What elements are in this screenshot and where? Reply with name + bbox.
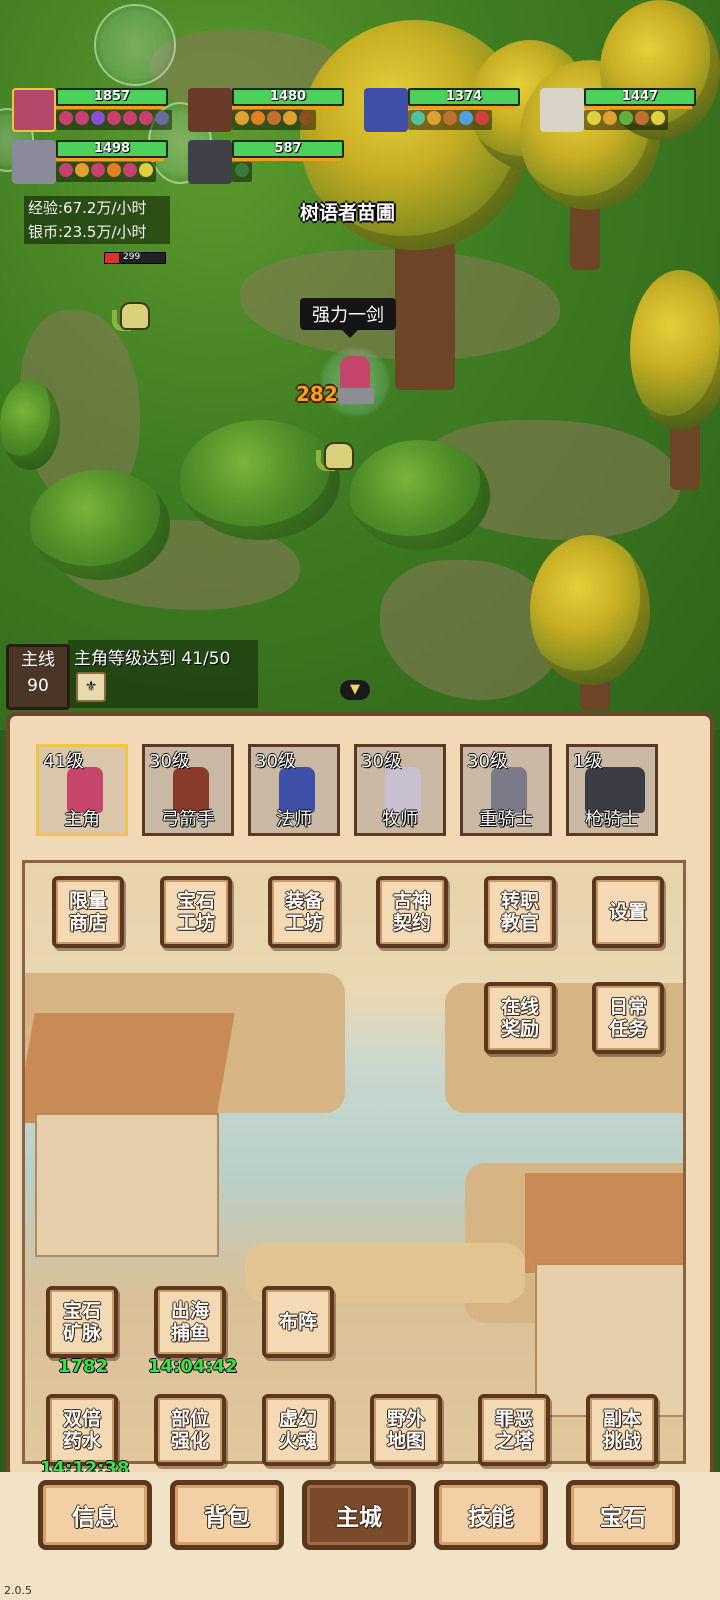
daily-tasks-button[interactable]: 日常 任务 xyxy=(592,982,664,1054)
formation-button[interactable]: 布阵 xyxy=(262,1286,334,1358)
gem-mine-count: 1782 xyxy=(58,1356,109,1377)
target-hp-bar: 299 xyxy=(104,252,166,264)
main-quest-label: 主线 xyxy=(21,650,55,670)
version-label: 2.0.5 xyxy=(4,1584,32,1597)
party-member-priest[interactable]: 1447 xyxy=(540,88,700,132)
buff-icons xyxy=(232,110,316,130)
hero-name: 法师 xyxy=(276,809,312,830)
mana-bar xyxy=(232,158,340,161)
lancer-portrait xyxy=(188,140,232,184)
tree-canopy xyxy=(630,270,720,430)
hp-bar: 1498 xyxy=(56,140,168,158)
part-enhance-button[interactable]: 部位 强化 xyxy=(154,1394,226,1466)
ancient-pact-button[interactable]: 古神 契约 xyxy=(376,876,448,948)
hero-name: 牧师 xyxy=(382,809,418,830)
nav-main-city-button[interactable]: 主城 xyxy=(302,1480,416,1550)
mana-bar xyxy=(56,106,164,109)
field-map-button[interactable]: 野外 地图 xyxy=(370,1394,442,1466)
heavy-knight-portrait xyxy=(12,140,56,184)
party-member-lancer[interactable]: 587 xyxy=(188,140,348,184)
party-member-archer[interactable]: 1480 xyxy=(188,88,348,132)
buff-icons xyxy=(584,110,668,130)
target-hp-value: 299 xyxy=(123,252,141,262)
hero-level: 1级 xyxy=(573,751,603,772)
online-reward-button[interactable]: 在线 奖励 xyxy=(484,982,556,1054)
hero-level: 30级 xyxy=(255,751,296,772)
income-stats: 经验:67.2万/小时 银币:23.5万/小时 xyxy=(24,196,170,244)
phantom-soul-button[interactable]: 虚幻 火魂 xyxy=(262,1394,334,1466)
bush xyxy=(30,470,170,580)
limited-shop-button[interactable]: 限量 商店 xyxy=(52,876,124,948)
skill-name-bubble: 强力一剑 xyxy=(300,298,396,338)
hero-card-priest[interactable]: 30级 牧师 xyxy=(354,744,446,836)
nav-bag-button[interactable]: 背包 xyxy=(170,1480,284,1550)
hero-name: 主角 xyxy=(64,809,100,830)
mage-portrait xyxy=(364,88,408,132)
hero-roster: 41级 主角 30级 弓箭手 30级 法师 30级 牧师 30级 重骑士 1级 … xyxy=(28,744,692,848)
archer-portrait xyxy=(188,88,232,132)
buff-icons xyxy=(56,110,172,130)
gem-mine-button[interactable]: 宝石 矿脉 xyxy=(46,1286,118,1358)
nav-info-button[interactable]: 信息 xyxy=(38,1480,152,1550)
hp-bar: 587 xyxy=(232,140,344,158)
job-change-button[interactable]: 转职 教官 xyxy=(484,876,556,948)
hero-card-lancer[interactable]: 1级 枪骑士 xyxy=(566,744,658,836)
hero-level: 30级 xyxy=(149,751,190,772)
hero-level: 30级 xyxy=(467,751,508,772)
bush xyxy=(0,380,60,470)
tree-canopy xyxy=(530,535,650,685)
priest-portrait xyxy=(540,88,584,132)
hero-name: 枪骑士 xyxy=(585,809,639,830)
slime-monster[interactable] xyxy=(316,436,356,471)
hp-bar: 1374 xyxy=(408,88,520,106)
mana-bar xyxy=(232,106,340,109)
fishing-timer: 14:04:42 xyxy=(148,1356,238,1377)
sin-tower-button[interactable]: 罪恶 之塔 xyxy=(478,1394,550,1466)
town-scene-background xyxy=(22,860,686,1464)
dungeon-challenge-button[interactable]: 副本 挑战 xyxy=(586,1394,658,1466)
hp-bar: 1480 xyxy=(232,88,344,106)
hp-bar: 1447 xyxy=(584,88,696,106)
double-potion-button[interactable]: 双倍 药水 xyxy=(46,1394,118,1466)
party-member-heavy-knight[interactable]: 1498 xyxy=(12,140,172,184)
hero-portrait xyxy=(12,88,56,132)
hero-level: 41级 xyxy=(43,751,84,772)
shield-bubble-effect xyxy=(94,4,176,86)
mana-bar xyxy=(584,106,692,109)
mana-bar xyxy=(56,158,164,161)
buff-icons xyxy=(56,162,156,182)
buff-icons xyxy=(232,162,252,182)
hp-bar: 1857 xyxy=(56,88,168,106)
exp-rate: 经验:67.2万/小时 xyxy=(28,199,147,217)
nav-skills-button[interactable]: 技能 xyxy=(434,1480,548,1550)
slime-monster[interactable] xyxy=(112,296,152,331)
bush xyxy=(350,440,490,550)
hero-card-mage[interactable]: 30级 法师 xyxy=(248,744,340,836)
gem-workshop-button[interactable]: 宝石 工坊 xyxy=(160,876,232,948)
silver-rate: 银币:23.5万/小时 xyxy=(28,223,147,241)
hero-level: 30级 xyxy=(361,751,402,772)
hero-card-archer[interactable]: 30级 弓箭手 xyxy=(142,744,234,836)
hero-card-main[interactable]: 41级 主角 xyxy=(36,744,128,836)
mana-bar xyxy=(408,106,516,109)
party-member-mage[interactable]: 1374 xyxy=(364,88,524,132)
quest-reward-icon[interactable]: ⚜ xyxy=(76,672,106,702)
buff-icons xyxy=(408,110,492,130)
hero-name: 弓箭手 xyxy=(161,809,215,830)
fishing-button[interactable]: 出海 捕鱼 xyxy=(154,1286,226,1358)
main-quest-text[interactable]: 主角等级达到 41/50 xyxy=(74,644,230,669)
hero-name: 重骑士 xyxy=(479,809,533,830)
equipment-workshop-button[interactable]: 装备 工坊 xyxy=(268,876,340,948)
settings-button[interactable]: 设置 xyxy=(592,876,664,948)
area-name: 树语者苗圃 xyxy=(300,202,396,224)
main-quest-badge[interactable]: 主线 90 xyxy=(6,644,70,710)
hero-card-heavy-knight[interactable]: 30级 重骑士 xyxy=(460,744,552,836)
nav-gems-button[interactable]: 宝石 xyxy=(566,1480,680,1550)
main-quest-number: 90 xyxy=(27,676,49,696)
party-member-hero[interactable]: 1857 xyxy=(12,88,172,132)
collapse-arrow-icon[interactable]: ▼ xyxy=(340,680,370,700)
damage-number: 282 xyxy=(296,382,338,406)
